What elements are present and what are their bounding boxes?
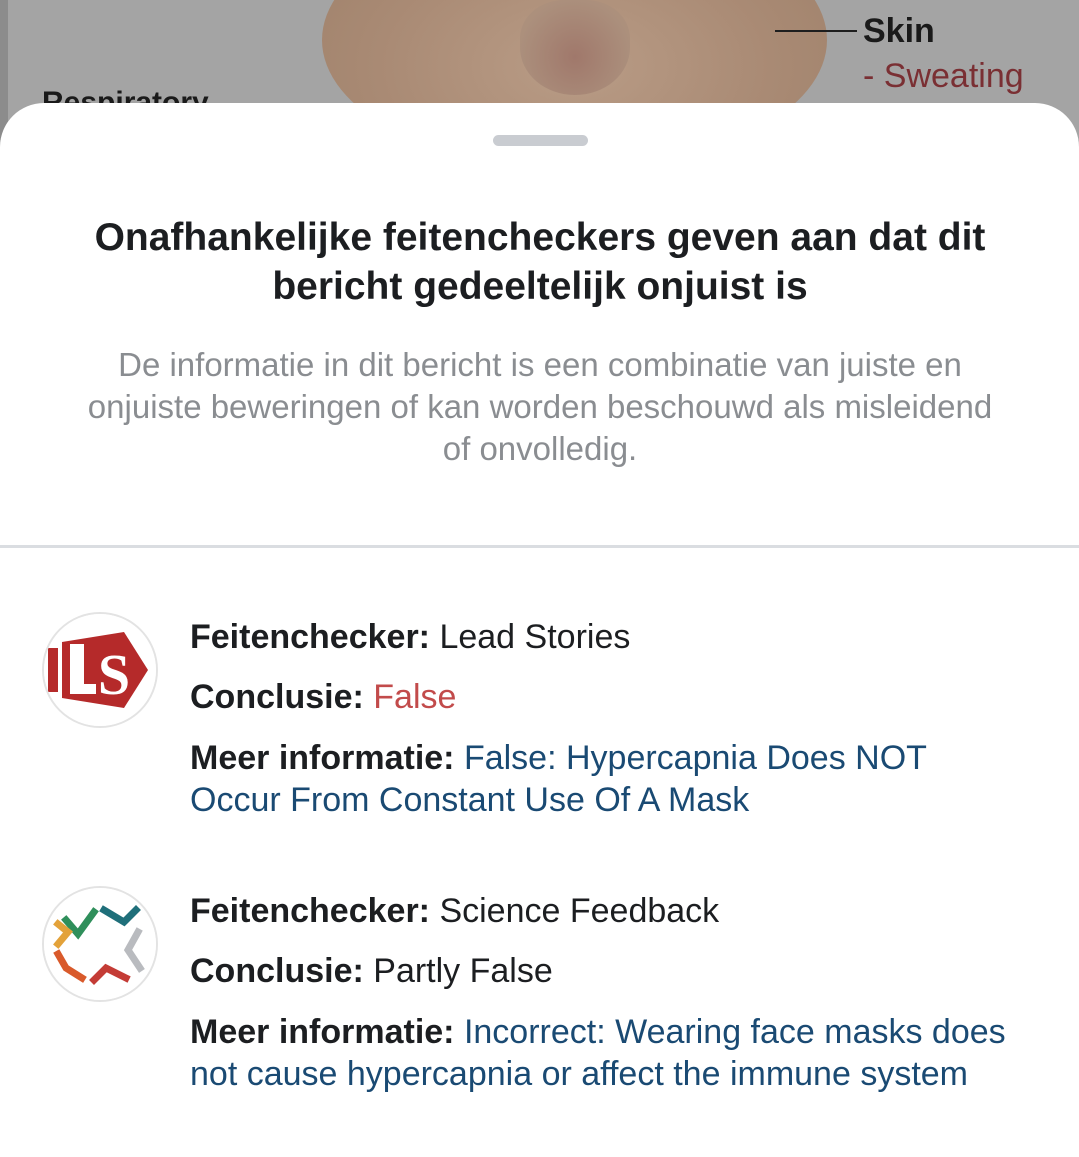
- skin-pointer-line: [775, 30, 857, 32]
- conclusion-value: Partly False: [373, 952, 553, 990]
- image-frame-edge: [0, 0, 8, 140]
- skin-label: Skin: [863, 12, 935, 50]
- conclusion-label: Conclusie:: [190, 678, 364, 716]
- factchecker-line: Feitenchecker: Science Feedback: [190, 890, 1020, 932]
- head-illustration-detail: [520, 0, 630, 95]
- conclusion-line: Conclusie: Partly False: [190, 950, 1020, 992]
- sheet-drag-handle[interactable]: [493, 135, 588, 146]
- sheet-title: Onafhankelijke feitencheckers geven aan …: [94, 216, 986, 308]
- factchecker-line: Feitenchecker: Lead Stories: [190, 616, 1020, 658]
- sweating-label: - Sweating: [863, 57, 1024, 95]
- factchecker-name: Lead Stories: [439, 618, 631, 656]
- conclusion-line: Conclusie: False: [190, 676, 1020, 718]
- fact-check-bottom-sheet: Onafhankelijke feitencheckers geven aan …: [0, 103, 1079, 1157]
- factchecker-label: Feitenchecker:: [190, 892, 430, 930]
- more-info-line: Meer informatie: Incorrect: Wearing face…: [190, 1011, 1020, 1095]
- factchecker-label: Feitenchecker:: [190, 618, 430, 656]
- factchecker-name: Science Feedback: [439, 892, 720, 930]
- conclusion-label: Conclusie:: [190, 952, 364, 990]
- science-feedback-logo-icon: [42, 886, 158, 1002]
- sheet-description: De informatie in dit bericht is een comb…: [87, 346, 993, 467]
- svg-text:S: S: [98, 642, 130, 707]
- more-info-label: Meer informatie:: [190, 1013, 455, 1051]
- conclusion-value: False: [373, 678, 457, 716]
- more-info-line: Meer informatie: False: Hypercapnia Does…: [190, 737, 1020, 821]
- lead-stories-logo-icon: S: [42, 612, 158, 728]
- section-divider: [0, 545, 1079, 548]
- more-info-label: Meer informatie:: [190, 739, 455, 777]
